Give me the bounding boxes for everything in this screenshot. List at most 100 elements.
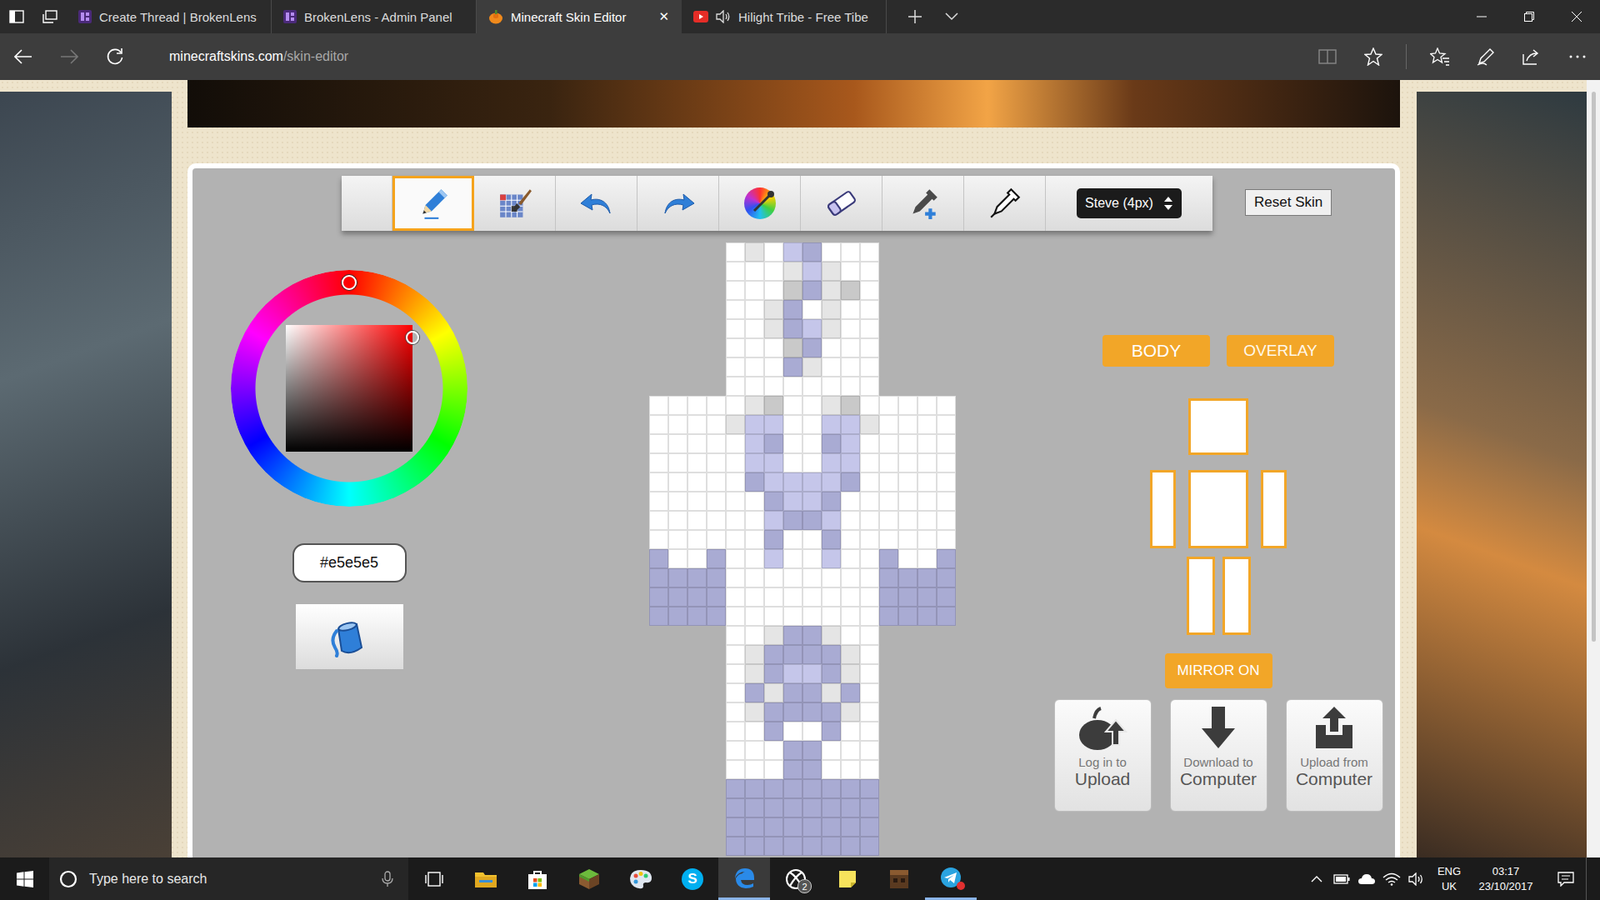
skin-pixel[interactable]	[649, 434, 669, 454]
skin-pixel[interactable]	[764, 606, 784, 626]
skin-pixel[interactable]	[706, 606, 726, 626]
skin-pixel[interactable]	[917, 606, 937, 626]
skin-pixel[interactable]	[898, 530, 918, 550]
skin-pixel[interactable]	[764, 491, 784, 511]
mirror-toggle[interactable]: MIRROR ON	[1165, 653, 1273, 689]
skin-pixel[interactable]	[860, 587, 880, 607]
skin-pixel[interactable]	[745, 338, 765, 358]
skin-pixel[interactable]	[840, 415, 860, 435]
skin-pixel[interactable]	[821, 798, 841, 818]
skin-pixel[interactable]	[917, 530, 937, 550]
skin-pixel[interactable]	[898, 510, 918, 530]
skin-pixel[interactable]	[649, 472, 669, 492]
skin-pixel[interactable]	[936, 472, 956, 492]
skin-pixel[interactable]	[821, 606, 841, 626]
layer-button[interactable]: BODY	[1102, 335, 1210, 367]
skin-pixel[interactable]	[668, 415, 688, 435]
skin-pixel[interactable]	[764, 817, 784, 837]
skin-pixel[interactable]	[764, 319, 784, 339]
skin-pixel[interactable]	[783, 242, 803, 262]
skin-pixel[interactable]	[860, 510, 880, 530]
skin-pixel[interactable]	[821, 300, 841, 320]
more-button[interactable]	[1554, 33, 1600, 80]
left-advert[interactable]	[0, 91, 172, 858]
skin-pixel[interactable]	[936, 549, 956, 569]
skin-pixel[interactable]	[725, 319, 745, 339]
skin-pixel[interactable]	[936, 530, 956, 550]
skin-pixel[interactable]	[821, 645, 841, 665]
skin-pixel[interactable]	[821, 549, 841, 569]
skin-pixel[interactable]	[764, 798, 784, 818]
skin-pixel[interactable]	[898, 434, 918, 454]
skin-pixel[interactable]	[802, 319, 822, 339]
task-view-button[interactable]	[408, 857, 460, 900]
skin-pixel[interactable]	[725, 798, 745, 818]
skin-pixel[interactable]	[821, 702, 841, 722]
skin-pixel[interactable]	[802, 645, 822, 665]
skin-pixel[interactable]	[725, 740, 745, 760]
skin-pixel[interactable]	[802, 530, 822, 550]
skin-pixel[interactable]	[898, 606, 918, 626]
skin-pixel[interactable]	[706, 453, 726, 473]
color-wheel[interactable]	[230, 270, 468, 507]
skin-pixel[interactable]	[860, 664, 880, 684]
skin-pixel[interactable]	[860, 549, 880, 569]
skin-pixel[interactable]	[840, 606, 860, 626]
taskbar-app[interactable]	[615, 857, 667, 900]
skin-pixel[interactable]	[725, 376, 745, 396]
skin-pixel[interactable]	[821, 242, 841, 262]
skin-pixel[interactable]	[840, 645, 860, 665]
file-action-button[interactable]: Download toComputer	[1170, 699, 1268, 812]
skin-canvas[interactable]	[649, 242, 956, 858]
action-center-button[interactable]	[1545, 857, 1586, 900]
skin-pixel[interactable]	[764, 779, 784, 799]
skin-pixel[interactable]	[649, 530, 669, 550]
tool-button[interactable]	[800, 175, 883, 231]
taskbar-app[interactable]	[718, 857, 770, 900]
skin-pixel[interactable]	[821, 683, 841, 703]
skin-pixel[interactable]	[668, 568, 688, 588]
skin-pixel[interactable]	[821, 472, 841, 492]
skin-pixel[interactable]	[783, 568, 803, 588]
skin-pixel[interactable]	[783, 261, 803, 281]
skin-pixel[interactable]	[840, 261, 860, 281]
skin-pixel[interactable]	[725, 395, 745, 415]
new-tab-button[interactable]	[895, 0, 935, 34]
skin-pixel[interactable]	[687, 415, 707, 435]
skin-pixel[interactable]	[802, 740, 822, 760]
right-leg-part[interactable]	[1222, 556, 1251, 635]
skin-pixel[interactable]	[783, 395, 803, 415]
skin-pixel[interactable]	[725, 549, 745, 569]
skin-pixel[interactable]	[783, 721, 803, 741]
skin-pixel[interactable]	[783, 587, 803, 607]
skin-pixel[interactable]	[783, 683, 803, 703]
skin-pixel[interactable]	[687, 472, 707, 492]
skin-pixel[interactable]	[879, 415, 899, 435]
skin-pixel[interactable]	[745, 836, 765, 856]
skin-pixel[interactable]	[783, 357, 803, 377]
skin-pixel[interactable]	[860, 530, 880, 550]
skin-pixel[interactable]	[764, 836, 784, 856]
skin-pixel[interactable]	[649, 395, 669, 415]
skin-pixel[interactable]	[764, 549, 784, 569]
skin-pixel[interactable]	[725, 338, 745, 358]
skin-pixel[interactable]	[860, 779, 880, 799]
skin-pixel[interactable]	[802, 683, 822, 703]
skin-pixel[interactable]	[802, 357, 822, 377]
skin-pixel[interactable]	[764, 645, 784, 665]
skin-pixel[interactable]	[879, 453, 899, 473]
skin-pixel[interactable]	[840, 338, 860, 358]
skin-pixel[interactable]	[783, 338, 803, 358]
skin-pixel[interactable]	[821, 453, 841, 473]
skin-pixel[interactable]	[860, 319, 880, 339]
skin-pixel[interactable]	[898, 453, 918, 473]
skin-pixel[interactable]	[783, 491, 803, 511]
browser-tab[interactable]: BrokenLens - Admin Panel	[271, 0, 477, 34]
skin-pixel[interactable]	[725, 817, 745, 837]
skin-pixel[interactable]	[879, 530, 899, 550]
skin-pixel[interactable]	[783, 702, 803, 722]
skin-pixel[interactable]	[936, 395, 956, 415]
skin-pixel[interactable]	[821, 261, 841, 281]
skin-pixel[interactable]	[783, 434, 803, 454]
skin-pixel[interactable]	[725, 261, 745, 281]
